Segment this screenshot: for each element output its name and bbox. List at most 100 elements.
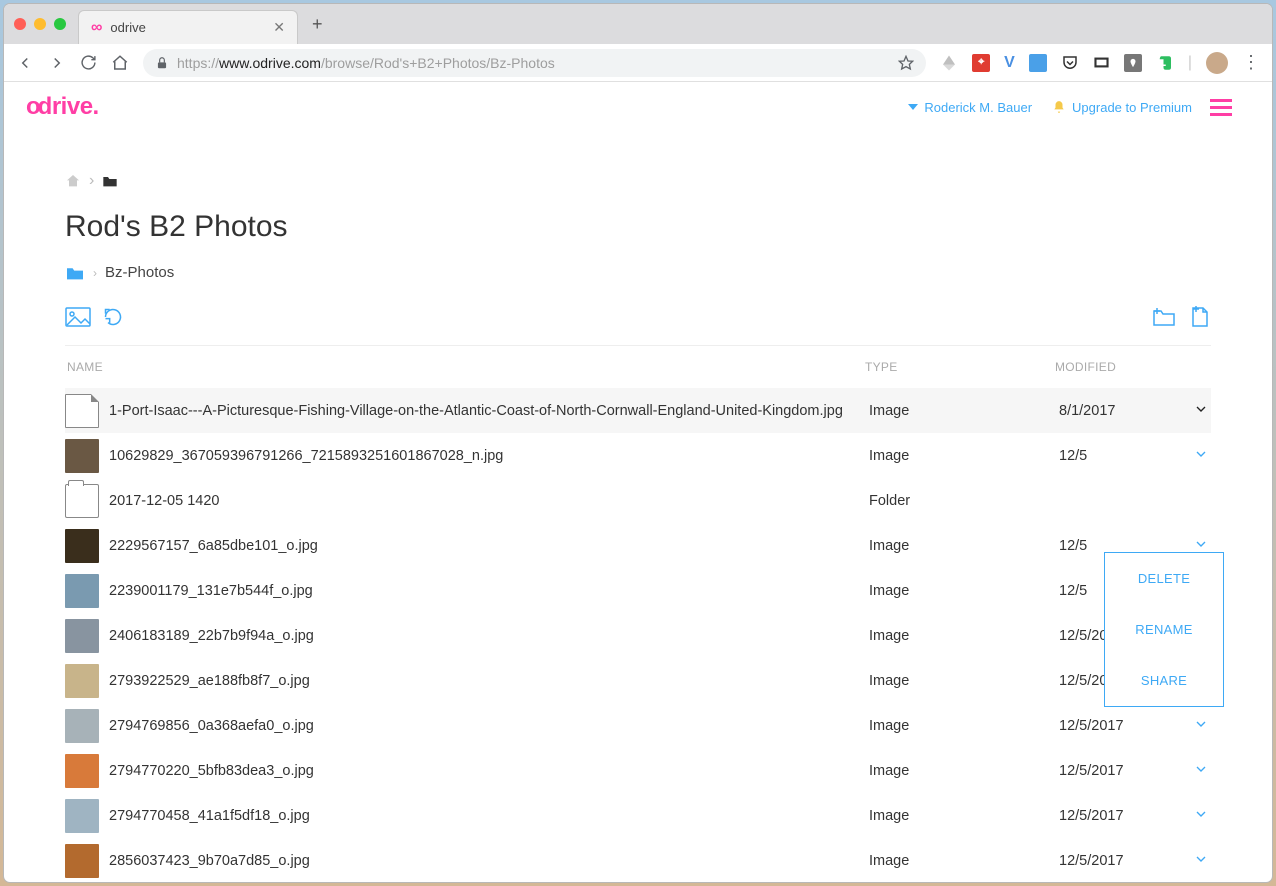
- new-folder-button[interactable]: [1151, 306, 1177, 328]
- profile-avatar[interactable]: [1206, 52, 1228, 74]
- table-row[interactable]: 2794769856_0a368aefa0_o.jpgImage12/5/201…: [65, 703, 1211, 748]
- row-menu-button[interactable]: [1193, 851, 1209, 867]
- ext-evernote-icon[interactable]: [1156, 54, 1174, 72]
- extension-separator: |: [1188, 54, 1192, 72]
- ext-red-icon[interactable]: ⌖: [972, 54, 990, 72]
- file-type: Folder: [869, 493, 1059, 509]
- row-menu-button[interactable]: [1193, 761, 1209, 777]
- image-thumbnail: [65, 844, 99, 878]
- row-menu-button[interactable]: [1193, 446, 1209, 462]
- back-button[interactable]: [16, 54, 34, 72]
- home-button[interactable]: [111, 54, 129, 72]
- tab-favicon: ∞: [91, 19, 102, 37]
- context-rename[interactable]: RENAME: [1105, 604, 1223, 655]
- user-menu[interactable]: Roderick M. Bauer: [908, 100, 1032, 115]
- subpath: › Bz-Photos: [65, 264, 1211, 281]
- content-area: › Rod's B2 Photos › Bz-Photos NAME TYPE …: [4, 132, 1272, 882]
- ext-blue-icon[interactable]: [1029, 54, 1047, 72]
- file-list: 1-Port-Isaac---A-Picturesque-Fishing-Vil…: [65, 388, 1211, 882]
- image-thumbnail: [65, 709, 99, 743]
- maximize-window-button[interactable]: [54, 18, 66, 30]
- new-tab-button[interactable]: +: [312, 14, 323, 35]
- minimize-window-button[interactable]: [34, 18, 46, 30]
- gallery-view-button[interactable]: [65, 307, 91, 327]
- context-delete[interactable]: DELETE: [1105, 553, 1223, 604]
- subpath-folder-icon[interactable]: [65, 265, 85, 281]
- file-icon: [65, 394, 99, 428]
- file-name: 2794770458_41a1f5df18_o.jpg: [109, 808, 869, 824]
- file-name: 2794769856_0a368aefa0_o.jpg: [109, 718, 869, 734]
- row-menu-button[interactable]: [1193, 401, 1209, 417]
- hamburger-menu-button[interactable]: [1210, 99, 1232, 116]
- image-thumbnail: [65, 799, 99, 833]
- ext-v-icon[interactable]: V: [1004, 54, 1015, 72]
- table-row[interactable]: 2239001179_131e7b544f_o.jpgImage12/5: [65, 568, 1211, 613]
- forward-button[interactable]: [48, 54, 66, 72]
- bell-icon: [1052, 100, 1066, 114]
- file-modified: 12/5: [1059, 448, 1179, 464]
- caret-down-icon: [908, 102, 918, 112]
- bookmark-star-icon[interactable]: [898, 55, 914, 71]
- file-type: Image: [869, 763, 1059, 779]
- address-bar[interactable]: https://www.odrive.com/browse/Rod's+B2+P…: [143, 49, 926, 77]
- file-name: 10629829_367059396791266_721589325160186…: [109, 448, 869, 464]
- breadcrumb-home-icon[interactable]: [65, 173, 81, 189]
- reload-button[interactable]: [80, 54, 97, 71]
- row-menu-button[interactable]: [1193, 806, 1209, 822]
- context-menu: DELETE RENAME SHARE: [1104, 552, 1224, 707]
- premium-label: Upgrade to Premium: [1072, 100, 1192, 115]
- file-type: Image: [869, 718, 1059, 734]
- column-modified[interactable]: MODIFIED: [1055, 360, 1175, 374]
- ext-frame-icon[interactable]: [1093, 54, 1110, 71]
- column-type[interactable]: TYPE: [865, 360, 1055, 374]
- file-type: Image: [869, 808, 1059, 824]
- image-thumbnail: [65, 529, 99, 563]
- folder-icon: [65, 484, 99, 518]
- url-text: https://www.odrive.com/browse/Rod's+B2+P…: [177, 55, 555, 71]
- browser-tab[interactable]: ∞ odrive ✕: [78, 10, 298, 44]
- page-title: Rod's B2 Photos: [65, 210, 1211, 244]
- breadcrumb-folder-icon[interactable]: [102, 174, 118, 188]
- ext-pin-icon[interactable]: [1124, 54, 1142, 72]
- table-header: NAME TYPE MODIFIED: [65, 346, 1211, 388]
- file-type: Image: [869, 583, 1059, 599]
- table-row[interactable]: 10629829_367059396791266_721589325160186…: [65, 433, 1211, 478]
- upgrade-premium-link[interactable]: Upgrade to Premium: [1052, 100, 1192, 115]
- close-window-button[interactable]: [14, 18, 26, 30]
- table-row[interactable]: 2856037423_9b70a7d85_o.jpgImage12/5/2017: [65, 838, 1211, 882]
- image-thumbnail: [65, 664, 99, 698]
- file-name: 2794770220_5bfb83dea3_o.jpg: [109, 763, 869, 779]
- table-row[interactable]: 1-Port-Isaac---A-Picturesque-Fishing-Vil…: [65, 388, 1211, 433]
- upload-file-button[interactable]: [1189, 305, 1211, 329]
- column-name[interactable]: NAME: [65, 360, 865, 374]
- file-name: 2793922529_ae188fb8f7_o.jpg: [109, 673, 869, 689]
- file-type: Image: [869, 628, 1059, 644]
- file-modified: 12/5/2017: [1059, 853, 1179, 869]
- table-row[interactable]: 2229567157_6a85dbe101_o.jpgImage12/5: [65, 523, 1211, 568]
- breadcrumb-sep: ›: [89, 172, 94, 190]
- table-row[interactable]: 2794770458_41a1f5df18_o.jpgImage12/5/201…: [65, 793, 1211, 838]
- row-menu-button[interactable]: [1193, 536, 1209, 552]
- context-share[interactable]: SHARE: [1105, 655, 1223, 706]
- subpath-label: Bz-Photos: [105, 264, 174, 281]
- file-modified: 8/1/2017: [1059, 403, 1179, 419]
- file-type: Image: [869, 448, 1059, 464]
- browser-menu-button[interactable]: ⋮: [1242, 52, 1260, 73]
- chevron-right-icon: ›: [93, 266, 97, 280]
- file-name: 2239001179_131e7b544f_o.jpg: [109, 583, 869, 599]
- ext-drive-icon[interactable]: [940, 54, 958, 72]
- table-row[interactable]: 2793922529_ae188fb8f7_o.jpgImage12/5/201…: [65, 658, 1211, 703]
- tab-close-button[interactable]: ✕: [273, 19, 285, 36]
- file-name: 2017-12-05 1420: [109, 493, 869, 509]
- ext-pocket-icon[interactable]: [1061, 54, 1079, 72]
- table-row[interactable]: 2794770220_5bfb83dea3_o.jpgImage12/5/201…: [65, 748, 1211, 793]
- refresh-button[interactable]: [103, 307, 123, 327]
- table-row[interactable]: 2406183189_22b7b9f94a_o.jpgImage12/5/201…: [65, 613, 1211, 658]
- file-type: Image: [869, 538, 1059, 554]
- odrive-logo[interactable]: oodrivedrive.: [26, 93, 99, 121]
- row-menu-button[interactable]: [1193, 716, 1209, 732]
- table-row[interactable]: 2017-12-05 1420Folder: [65, 478, 1211, 523]
- toolbar: [65, 299, 1211, 346]
- browser-navbar: https://www.odrive.com/browse/Rod's+B2+P…: [4, 44, 1272, 82]
- file-name: 2229567157_6a85dbe101_o.jpg: [109, 538, 869, 554]
